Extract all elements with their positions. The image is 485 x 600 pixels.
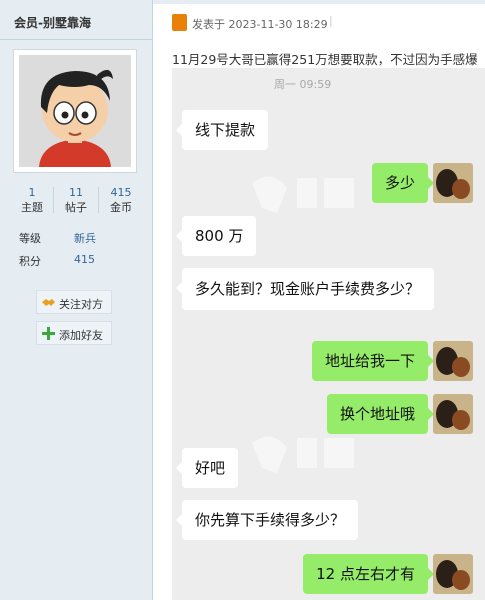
watermark-logo-icon <box>252 176 354 213</box>
post-body-text: 11月29号大哥已赢得251万想要取款，不过因为手感爆 <box>172 52 478 67</box>
stat-coins[interactable]: 415 金币 <box>98 185 144 215</box>
cartoon-avatar-icon <box>19 55 131 167</box>
post-header-strip <box>153 0 485 4</box>
chat-bubble-right: 多少 <box>371 163 435 203</box>
stat-posts-label: 帖子 <box>65 201 87 214</box>
dog-avatar-icon <box>433 341 473 381</box>
chat-bubble-left: 多久能到？现金账户手续费多少？ <box>176 268 434 310</box>
chat-bubble-right: 地址给我一下 <box>311 341 435 381</box>
avatar[interactable] <box>19 55 131 167</box>
plus-icon <box>42 327 55 340</box>
username[interactable]: 会员-别墅靠海 <box>14 14 91 31</box>
avatar-frame[interactable] <box>13 49 137 173</box>
handshake-icon <box>42 299 55 306</box>
level-label: 等级 <box>19 232 41 245</box>
chat-timestamp: 周一 09:59 <box>274 78 332 91</box>
post-icon <box>172 14 187 31</box>
chat-bubble-left: 好吧 <box>175 448 239 488</box>
stat-posts-value: 11 <box>69 186 83 199</box>
stat-topics-label: 主题 <box>21 201 43 214</box>
post-date: 发表于 2023-11-30 18:29 <box>192 18 328 31</box>
level-value[interactable]: 新兵 <box>74 230 96 246</box>
chat-bubble-left: 线下提款 <box>175 110 269 150</box>
chat-bubble-right: 12 点左右才有 <box>303 554 434 594</box>
sender-avatar[interactable] <box>433 554 473 594</box>
chat-bubble-left: 你先算下手续得多少？ <box>175 500 359 540</box>
sender-avatar[interactable] <box>433 163 473 203</box>
stat-topics[interactable]: 1 主题 <box>9 185 55 215</box>
points-label: 积分 <box>19 255 41 268</box>
dog-avatar-icon <box>433 394 473 434</box>
sender-avatar[interactable] <box>433 394 473 434</box>
user-sidebar: 会员-别墅靠海 1 主题 11 帖子 415 金币 等级 新兵 积分 415 关… <box>0 0 153 600</box>
stat-coins-value: 415 <box>110 186 132 199</box>
sidebar-divider <box>0 39 152 40</box>
dog-avatar-icon <box>433 163 473 203</box>
points-value: 415 <box>74 253 95 266</box>
stat-posts[interactable]: 11 帖子 <box>53 185 99 215</box>
stat-topics-value: 1 <box>28 186 36 199</box>
follow-button-label: 关注对方 <box>59 298 103 311</box>
chat-bubble-right: 换个地址哦 <box>326 394 435 434</box>
dog-avatar-icon <box>433 554 473 594</box>
add-friend-button-label: 添加好友 <box>59 329 103 342</box>
add-friend-button[interactable]: 添加好友 <box>36 321 112 345</box>
chat-bubble-left: 800 万 <box>175 216 257 256</box>
chat-screenshot: 周一 09:59 线下提款 多少 800 万 多久能到？现金账户手续费多少？ 地… <box>172 68 485 600</box>
meta-separator: | <box>329 14 333 27</box>
stat-coins-label: 金币 <box>110 201 132 214</box>
follow-button[interactable]: 关注对方 <box>36 290 112 314</box>
sender-avatar[interactable] <box>433 341 473 381</box>
